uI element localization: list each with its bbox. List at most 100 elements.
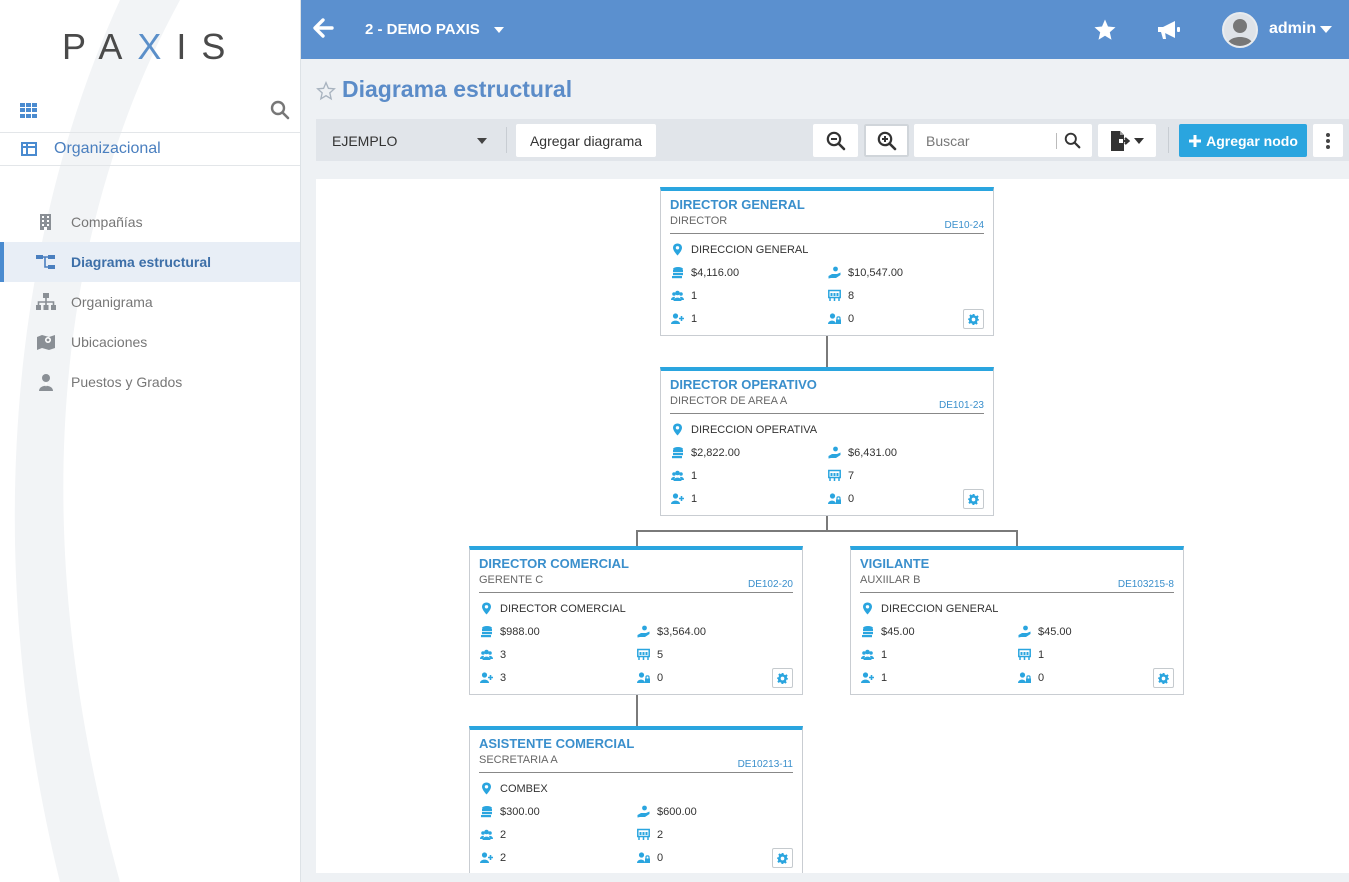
node-budget: $10,547.00 <box>828 266 903 279</box>
coins-icon <box>862 626 873 638</box>
node-positions: 2 <box>637 828 663 841</box>
add-diagram-button[interactable]: Agregar diagrama <box>516 124 656 157</box>
sidebar-item-puestos-grados[interactable]: Puestos y Grados <box>0 362 300 402</box>
node-new-hires-text: 1 <box>881 671 888 684</box>
user-lock-icon <box>1018 672 1031 683</box>
users-icon <box>480 829 493 840</box>
favorite-star-icon[interactable] <box>316 81 336 101</box>
org-node[interactable]: DIRECTOR OPERATIVO DIRECTOR DE AREA A DE… <box>660 367 994 516</box>
node-cost: $2,822.00 <box>671 446 740 459</box>
sidebar-item-label: Diagrama estructural <box>71 254 212 270</box>
connector-line <box>636 530 638 546</box>
chevron-down-icon[interactable] <box>494 27 504 33</box>
node-new-hires-text: 2 <box>500 851 507 864</box>
chevron-down-icon[interactable] <box>1320 26 1332 33</box>
hand-holding-money-icon <box>637 805 650 818</box>
back-arrow-icon[interactable] <box>311 16 335 40</box>
node-employees: 1 <box>861 648 887 661</box>
node-location: DIRECCION OPERATIVA <box>671 423 817 436</box>
sidebar-item-ubicaciones[interactable]: Ubicaciones <box>0 322 300 362</box>
favorites-star-icon[interactable] <box>1093 18 1117 42</box>
sidebar-item-organigrama[interactable]: Organigrama <box>0 282 300 322</box>
node-position: GERENTE C <box>479 574 544 586</box>
node-location: DIRECTOR COMERCIAL <box>480 602 626 615</box>
node-vacancies: 0 <box>637 671 663 684</box>
zoom-in-button[interactable] <box>864 124 909 157</box>
hand-holding-money-icon <box>828 266 841 279</box>
node-positions: 7 <box>828 469 854 482</box>
org-node[interactable]: DIRECTOR GENERAL DIRECTOR DE10-24 DIRECC… <box>660 187 994 336</box>
node-cost: $300.00 <box>480 805 540 818</box>
org-node[interactable]: ASISTENTE COMERCIAL SECRETARIA A DE10213… <box>469 726 803 873</box>
megaphone-icon[interactable] <box>1156 18 1182 42</box>
node-position: DIRECTOR <box>670 215 728 227</box>
zoom-out-icon <box>826 131 845 150</box>
node-vacancies: 0 <box>828 312 854 325</box>
positions-board-icon <box>637 648 650 660</box>
diagram-select[interactable]: EJEMPLO <box>316 119 502 161</box>
org-node[interactable]: DIRECTOR COMERCIAL GERENTE C DE102-20 DI… <box>469 546 803 695</box>
search-icon[interactable] <box>270 100 290 120</box>
add-node-label: Agregar nodo <box>1206 132 1298 149</box>
search-icon[interactable] <box>1064 132 1081 149</box>
more-options-button[interactable] <box>1313 124 1343 157</box>
node-search <box>914 124 1092 157</box>
gear-icon <box>968 313 979 325</box>
node-vacancies: 0 <box>1018 671 1044 684</box>
add-node-button[interactable]: Agregar nodo <box>1179 124 1307 157</box>
apps-grid-icon[interactable] <box>20 103 37 118</box>
node-settings-button[interactable] <box>963 309 984 329</box>
node-settings-button[interactable] <box>772 848 793 868</box>
node-location-text: DIRECCION GENERAL <box>691 243 809 256</box>
node-settings-button[interactable] <box>963 489 984 509</box>
hand-holding-money-icon <box>1018 625 1031 638</box>
building-icon <box>40 214 51 230</box>
sidebar-item-companias[interactable]: Compañías <box>0 202 300 242</box>
users-icon <box>671 290 684 301</box>
node-budget-text: $45.00 <box>1038 625 1072 638</box>
hand-holding-money-icon <box>828 446 841 459</box>
node-cost: $45.00 <box>861 625 915 638</box>
node-location-text: COMBEX <box>500 782 548 795</box>
user-lock-icon <box>828 313 841 324</box>
connector-line <box>1016 530 1018 546</box>
node-cost-text: $988.00 <box>500 625 540 638</box>
user-menu[interactable]: admin <box>1269 20 1316 38</box>
zoom-out-button[interactable] <box>813 124 858 157</box>
node-vacancies: 0 <box>637 851 663 864</box>
sidebar-item-diagrama-estructural[interactable]: Diagrama estructural <box>0 242 300 282</box>
node-employees: 3 <box>480 648 506 661</box>
node-budget: $3,564.00 <box>637 625 706 638</box>
node-settings-button[interactable] <box>772 668 793 688</box>
node-location-text: DIRECTOR COMERCIAL <box>500 602 626 615</box>
toolbar-divider <box>506 127 507 153</box>
org-node[interactable]: VIGILANTE AUXIILAR B DE103215-8 DIRECCIO… <box>850 546 1184 695</box>
node-budget-text: $600.00 <box>657 805 697 818</box>
export-button[interactable] <box>1098 124 1156 157</box>
user-tie-icon <box>39 374 53 391</box>
diagram-canvas[interactable]: DIRECTOR GENERAL DIRECTOR DE10-24 DIRECC… <box>316 179 1349 873</box>
vertical-dots-icon <box>1326 132 1330 149</box>
search-input[interactable] <box>914 124 1056 157</box>
page-title: Diagrama estructural <box>342 76 573 102</box>
node-budget-text: $6,431.00 <box>848 446 897 459</box>
sidebar-section-organizacional[interactable]: Organizacional <box>0 132 300 166</box>
avatar[interactable] <box>1222 12 1258 48</box>
map-marker-icon <box>482 782 491 795</box>
node-settings-button[interactable] <box>1153 668 1174 688</box>
connector-line <box>636 694 638 726</box>
node-divider <box>670 233 984 234</box>
node-budget: $6,431.00 <box>828 446 897 459</box>
node-position: AUXIILAR B <box>860 574 921 586</box>
user-plus-icon <box>671 493 684 504</box>
zoom-in-icon <box>877 131 896 150</box>
node-new-hires-text: 3 <box>500 671 507 684</box>
diagram-select-value: EJEMPLO <box>332 133 398 149</box>
node-cost-text: $4,116.00 <box>691 266 740 279</box>
map-marker-icon <box>863 602 872 615</box>
company-selector[interactable]: 2 - DEMO PAXIS <box>365 21 480 38</box>
user-plus-icon <box>671 313 684 324</box>
node-positions-text: 2 <box>657 828 664 841</box>
node-title: DIRECTOR OPERATIVO <box>670 377 817 392</box>
node-vacancies-text: 0 <box>1038 671 1045 684</box>
